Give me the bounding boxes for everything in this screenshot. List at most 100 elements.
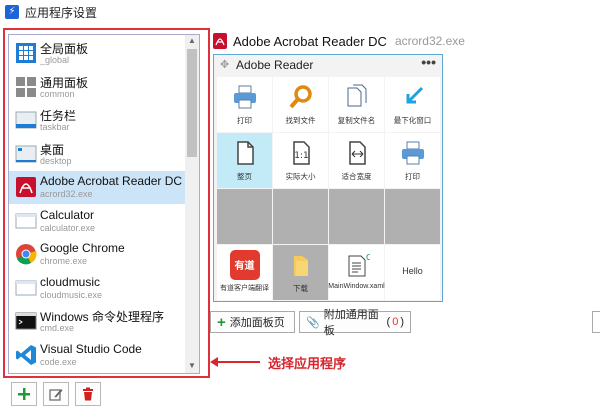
youdao-glyph: 有道: [234, 261, 255, 272]
annotation-text: 选择应用程序: [268, 356, 347, 371]
panel-cell[interactable]: 最下化窗口: [385, 77, 440, 132]
plus-icon: [18, 388, 30, 400]
grid-blue-icon: [15, 42, 37, 64]
add-panel-page-label: 添加面板页: [229, 317, 285, 329]
selected-app-exe: acrord32.exe: [394, 34, 465, 48]
attach-common-panel-button[interactable]: 📎 附加通用面板 (0): [299, 309, 411, 337]
panel-cell[interactable]: 复制文件名: [329, 77, 384, 132]
scroll-thumb[interactable]: [187, 49, 197, 157]
list-item[interactable]: 桌面 desktop: [9, 138, 185, 171]
cell-label: 打印: [405, 172, 420, 181]
panel-cell[interactable]: [217, 189, 272, 244]
panel-cell[interactable]: 有道 有道客户端翻译: [217, 245, 272, 300]
panel-cell[interactable]: 下载: [273, 245, 328, 300]
more-icon[interactable]: •••: [421, 54, 436, 70]
printer-icon: [399, 139, 427, 167]
folder-icon: [287, 251, 315, 279]
list-item[interactable]: Google Chrome chrome.exe: [9, 238, 185, 271]
window-title: 应用程序设置: [25, 5, 98, 20]
minimize-icon: [399, 83, 427, 111]
window-icon: [15, 277, 37, 299]
panel-editor[interactable]: ✥ Adobe Reader ••• 打印 找到文件 复制文件名 最下化窗口整页 1:1…: [213, 54, 443, 302]
cell-label: 整页: [237, 172, 252, 181]
list-item[interactable]: Windows 命令处理程序 cmd.exe: [9, 305, 185, 338]
terminal-icon: [15, 310, 37, 332]
app-exe: taskbar: [40, 122, 70, 132]
attach-common-panel-label: 附加通用面板: [323, 309, 379, 337]
panel-cell[interactable]: 打印: [217, 77, 272, 132]
cell-label: 找到文件: [285, 116, 316, 125]
panel-cell[interactable]: [385, 189, 440, 244]
cell-label: 下载: [293, 284, 308, 293]
vscode-icon: [15, 344, 37, 366]
acrobat-icon: [15, 176, 37, 198]
list-item[interactable]: Visual Studio Code code.exe: [9, 339, 185, 372]
cell-label: Hello: [402, 266, 423, 276]
app-exe: desktop: [40, 155, 72, 166]
app-exe: cloudmusic.exe: [40, 289, 103, 300]
app-name: Calculator: [40, 207, 95, 222]
window-icon: [15, 210, 37, 232]
app-exe: code.exe: [40, 356, 77, 367]
add-app-button[interactable]: [11, 382, 37, 406]
app-name: Adobe Acrobat Reader DC: [40, 174, 183, 188]
desktop-icon: [15, 143, 37, 165]
app-logo-icon: ⚡: [5, 5, 19, 19]
edit-icon: [49, 389, 63, 401]
delete-app-button[interactable]: [75, 382, 101, 406]
page-icon: [231, 139, 259, 167]
panel-cell[interactable]: 1:1 实际大小: [273, 133, 328, 188]
app-exe: _global: [40, 55, 70, 65]
panel-cell[interactable]: 适合宽度: [329, 133, 384, 188]
drag-handle-icon[interactable]: ✥: [220, 58, 229, 71]
list-item[interactable]: Calculator calculator.exe: [9, 205, 185, 238]
cell-label: 实际大小: [285, 172, 316, 181]
plus-icon: +: [217, 313, 226, 331]
list-item[interactable]: 通用面板 common: [9, 71, 185, 104]
panel-cell[interactable]: C# MainWindow.xaml: [328, 245, 385, 300]
attach-count: 0: [392, 316, 399, 328]
trash-icon: [83, 387, 93, 401]
cell-label: 有道客户端翻译: [220, 285, 269, 292]
cell-label: 打印: [237, 116, 252, 125]
app-exe: chrome.exe: [40, 256, 88, 266]
acrobat-icon: [213, 33, 227, 49]
app-name: Visual Studio Code: [40, 341, 142, 356]
scroll-up-icon[interactable]: ▲: [188, 36, 196, 45]
panel-cell[interactable]: Hello: [385, 245, 440, 300]
printer-icon: [231, 83, 259, 111]
fit-width-icon: [343, 139, 371, 167]
app-name: Google Chrome: [40, 241, 125, 255]
cell-label: MainWindow.xaml: [328, 283, 385, 290]
paperclip-icon: 📎: [306, 316, 320, 329]
panel-cell[interactable]: 整页: [217, 133, 272, 188]
scroll-down-icon[interactable]: ▼: [188, 361, 196, 370]
list-item[interactable]: 任务栏 taskbar: [9, 104, 185, 137]
cell-label: 适合宽度: [341, 172, 372, 181]
list-scrollbar[interactable]: ▲ ▼: [185, 35, 199, 373]
panel-cell[interactable]: [273, 189, 328, 244]
list-item[interactable]: cloudmusic cloudmusic.exe: [9, 272, 185, 305]
app-exe: acrord32.exe: [40, 189, 93, 199]
cell-label: 复制文件名: [337, 116, 376, 125]
search-icon: [287, 83, 315, 111]
list-item[interactable]: 全局面板 _global: [9, 37, 185, 70]
list-item[interactable]: Adobe Acrobat Reader DC acrord32.exe: [9, 171, 185, 204]
app-list[interactable]: 全局面板 _global 通用面板 common 任务栏 taskbar 桌面 desktop…: [8, 34, 200, 374]
edit-app-button[interactable]: [43, 382, 69, 406]
panel-cell[interactable]: [329, 189, 384, 244]
csharp-file-icon: C#: [343, 251, 371, 279]
panel-cell[interactable]: 打印: [385, 133, 440, 188]
cell-label: 最下化窗口: [393, 116, 432, 125]
panel-header: ✥ Adobe Reader •••: [214, 54, 442, 74]
annotation-line: [214, 361, 260, 363]
app-name: cloudmusic: [40, 274, 101, 289]
chrome-icon: [15, 243, 37, 265]
offscreen-button[interactable]: [592, 311, 600, 333]
selected-app-header: Adobe Acrobat Reader DC acrord32.exe: [213, 32, 465, 50]
taskbar-icon: [15, 109, 37, 131]
copy-icon: [343, 83, 371, 111]
panel-cell[interactable]: 找到文件: [273, 77, 328, 132]
add-panel-page-button[interactable]: + 添加面板页: [210, 311, 295, 333]
svg-text:C#: C#: [366, 253, 370, 262]
